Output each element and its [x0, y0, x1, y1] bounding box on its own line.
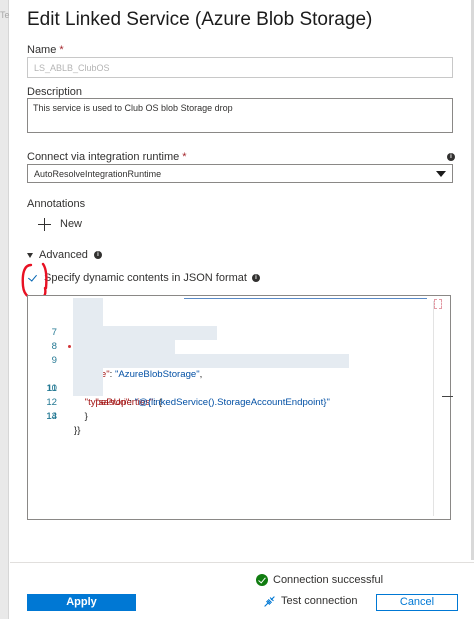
plug-icon: [264, 595, 275, 607]
code-line: 10 "typeProperties": {: [28, 340, 428, 408]
description-label: Description: [27, 86, 83, 98]
editor-minimap: [434, 299, 442, 309]
dynamic-json-checkbox[interactable]: [28, 271, 39, 284]
name-label: Name *: [27, 44, 64, 56]
edit-linked-service-panel: Edit Linked Service (Azure Blob Storage)…: [10, 0, 474, 619]
advanced-toggle[interactable]: Advanced i: [27, 249, 102, 261]
plus-icon: [38, 217, 51, 231]
runtime-label: Connect via integration runtime *: [27, 151, 187, 163]
code-line: 11 "sasUri": "@{linkedService().StorageA…: [28, 354, 428, 408]
name-input[interactable]: LS_ABLB_ClubOS: [27, 57, 453, 78]
background-window-strip: Te: [0, 0, 10, 619]
checkmark-icon: [28, 271, 37, 282]
description-textarea[interactable]: This service is used to Club OS blob Sto…: [27, 98, 453, 133]
test-connection-button[interactable]: Test connection: [264, 595, 357, 607]
code-line: 13: [28, 382, 428, 422]
footer-divider: [10, 562, 474, 563]
integration-runtime-select[interactable]: AutoResolveIntegrationRuntime: [27, 164, 453, 183]
cancel-button[interactable]: Cancel: [376, 594, 458, 611]
code-line: 8 },: [28, 312, 428, 366]
panel-title: Edit Linked Service (Azure Blob Storage): [27, 9, 373, 30]
error-dot: [68, 345, 71, 348]
json-code-editor[interactable]: 7 } 8 }, 9 "type": "AzureBlobStorage", 1…: [27, 295, 451, 520]
editor-overview-marker: [442, 396, 453, 397]
new-annotation-button[interactable]: New: [38, 215, 82, 233]
info-icon[interactable]: i: [251, 274, 260, 282]
info-icon[interactable]: i: [93, 251, 102, 259]
caret-down-icon: [27, 252, 33, 258]
code-line: 14 }}: [46, 411, 81, 436]
background-tab-label: Te: [0, 10, 10, 20]
required-mark: *: [59, 44, 64, 56]
info-icon[interactable]: i: [447, 153, 455, 161]
dynamic-json-row: Specify dynamic contents in JSON format …: [28, 271, 260, 284]
code-line: 12 }: [28, 368, 428, 422]
check-circle-icon: [256, 574, 268, 586]
code-line: 7 }: [28, 298, 428, 352]
connection-status: Connection successful: [256, 574, 383, 586]
chevron-down-icon: [436, 171, 446, 177]
dynamic-json-label: Specify dynamic contents in JSON format: [44, 272, 247, 284]
required-mark: *: [182, 151, 187, 163]
code-line: 9 "type": "AzureBlobStorage",: [28, 326, 428, 380]
annotations-label: Annotations: [27, 198, 86, 210]
editor-ruler: [433, 301, 434, 516]
apply-button[interactable]: Apply: [27, 594, 136, 611]
